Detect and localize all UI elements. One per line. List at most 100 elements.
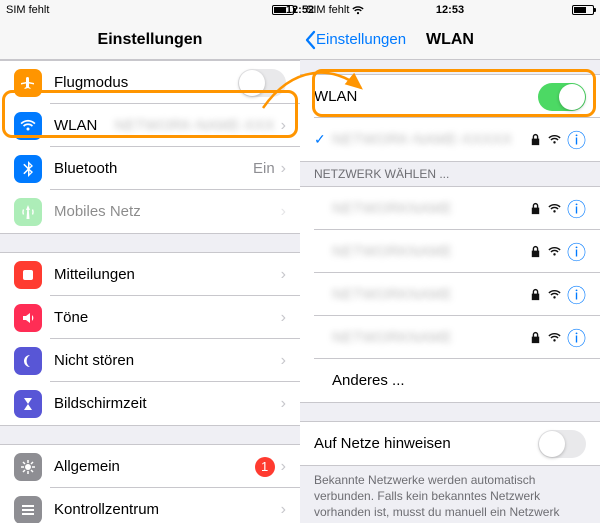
gear-icon — [14, 453, 42, 481]
row-label: Töne — [54, 309, 281, 326]
row-ask-networks[interactable]: Auf Netze hinweisen — [300, 422, 600, 465]
row-label: Bluetooth — [54, 160, 253, 177]
bluetooth-detail: Ein — [253, 160, 275, 177]
back-label: Einstellungen — [316, 31, 406, 48]
row-gear[interactable]: Allgemein1 › — [0, 445, 300, 488]
info-button[interactable]: ⓘ — [567, 281, 586, 308]
airplane-icon — [14, 69, 42, 97]
row-label: Kontrollzentrum — [54, 501, 281, 518]
battery-icon — [272, 5, 294, 15]
connected-network-name: NETWORK-NAME-XXXXX — [332, 131, 529, 148]
row-sliders[interactable]: Kontrollzentrum› — [0, 488, 300, 523]
chevron-right-icon: › — [281, 160, 286, 178]
row-wlan[interactable]: WLAN NETWORK-NAME-XXX › — [0, 104, 300, 147]
row-label: Allgemein — [54, 458, 255, 475]
network-name: NETWORKNAME — [332, 243, 529, 260]
chevron-right-icon: › — [281, 309, 286, 327]
network-name: NETWORKNAME — [332, 200, 529, 217]
status-bar: SIM fehlt 12:53 — [300, 0, 600, 20]
row-label: Mobiles Netz — [54, 203, 281, 220]
wifi-icon — [548, 245, 561, 258]
chevron-left-icon — [304, 30, 316, 50]
wlan-label: WLAN — [314, 88, 538, 105]
chevron-right-icon: › — [281, 266, 286, 284]
carrier-text: SIM fehlt — [6, 4, 49, 16]
moon-icon — [14, 347, 42, 375]
network-name: NETWORKNAME — [332, 286, 529, 303]
chevron-right-icon: › — [281, 501, 286, 519]
chevron-right-icon: › — [281, 203, 286, 221]
row-connected-network[interactable]: ✓ NETWORK-NAME-XXXXX ⓘ — [300, 118, 600, 161]
info-button[interactable]: ⓘ — [567, 324, 586, 351]
row-network[interactable]: NETWORKNAME ⓘ — [300, 230, 600, 273]
row-network[interactable]: NETWORKNAME ⓘ — [300, 273, 600, 316]
ask-label: Auf Netze hinweisen — [314, 435, 538, 452]
row-label: Mitteilungen — [54, 266, 281, 283]
wifi-icon — [548, 202, 561, 215]
nav-bar: Einstellungen — [0, 20, 300, 60]
row-moon[interactable]: Nicht stören› — [0, 339, 300, 382]
settings-list[interactable]: Flugmodus WLAN NETWORK-NAME-XXX › Blueto… — [0, 60, 300, 523]
row-label: Bildschirmzeit — [54, 395, 281, 412]
badge: 1 — [255, 457, 275, 477]
antenna-icon — [14, 198, 42, 226]
row-airplane[interactable]: Flugmodus — [0, 61, 300, 104]
row-wlan-toggle[interactable]: WLAN — [300, 75, 600, 118]
chevron-right-icon: › — [281, 395, 286, 413]
row-other-network[interactable]: Anderes ... — [300, 359, 600, 402]
row-sound[interactable]: Töne› — [0, 296, 300, 339]
lock-icon — [529, 288, 542, 301]
nav-bar: Einstellungen WLAN — [300, 20, 600, 60]
other-label: Anderes ... — [332, 372, 586, 389]
section-general: Allgemein1›Kontrollzentrum›AAAnzeige & H… — [0, 444, 300, 523]
section-header-choose: NETZWERK WÄHLEN ... — [300, 162, 600, 186]
wlan-list[interactable]: WLAN ✓ NETWORK-NAME-XXXXX ⓘ NETZWERK WÄH… — [300, 60, 600, 523]
notif-icon — [14, 261, 42, 289]
row-label: Flugmodus — [54, 74, 238, 91]
wlan-toggle[interactable] — [538, 83, 586, 111]
chevron-right-icon: › — [281, 117, 286, 135]
settings-screen: SIM fehlt 12:52 Einstellungen Flugmodus … — [0, 0, 300, 523]
wifi-icon — [548, 331, 561, 344]
chevron-right-icon: › — [281, 458, 286, 476]
wifi-icon — [548, 288, 561, 301]
row-network[interactable]: NETWORKNAME ⓘ — [300, 316, 600, 359]
wifi-icon — [548, 133, 561, 146]
row-bluetooth[interactable]: Bluetooth Ein › — [0, 147, 300, 190]
status-time: 12:53 — [436, 4, 464, 16]
ask-toggle[interactable] — [538, 430, 586, 458]
network-name: NETWORKNAME — [332, 329, 529, 346]
row-label: Nicht stören — [54, 352, 281, 369]
airplane-toggle[interactable] — [238, 69, 286, 97]
chevron-right-icon: › — [281, 352, 286, 370]
hourglass-icon — [14, 390, 42, 418]
wlan-detail-blurred: NETWORK-NAME-XXX — [115, 117, 275, 134]
sound-icon — [14, 304, 42, 332]
wifi-icon — [352, 6, 364, 15]
row-network[interactable]: NETWORKNAME ⓘ — [300, 187, 600, 230]
info-button[interactable]: ⓘ — [567, 126, 586, 153]
section-connectivity: Flugmodus WLAN NETWORK-NAME-XXX › Blueto… — [0, 60, 300, 234]
row-notif[interactable]: Mitteilungen› — [0, 253, 300, 296]
row-hourglass[interactable]: Bildschirmzeit› — [0, 382, 300, 425]
row-cellular[interactable]: Mobiles Netz › — [0, 190, 300, 233]
status-bar: SIM fehlt 12:52 — [0, 0, 300, 20]
wlan-screen: SIM fehlt 12:53 Einstellungen WLAN WLAN … — [300, 0, 600, 523]
lock-icon — [529, 245, 542, 258]
wifi-icon — [14, 112, 42, 140]
section-notifications: Mitteilungen›Töne›Nicht stören›Bildschir… — [0, 252, 300, 426]
row-label: WLAN — [54, 117, 115, 134]
lock-icon — [529, 331, 542, 344]
info-button[interactable]: ⓘ — [567, 195, 586, 222]
sliders-icon — [14, 496, 42, 523]
back-button[interactable]: Einstellungen — [300, 30, 406, 50]
page-title: Einstellungen — [0, 31, 300, 49]
available-networks: NETWORKNAMEⓘNETWORKNAMEⓘNETWORKNAMEⓘNETW… — [300, 186, 600, 403]
footer-text: Bekannte Netzwerke werden automatisch ve… — [300, 466, 600, 523]
lock-icon — [529, 133, 542, 146]
info-button[interactable]: ⓘ — [567, 238, 586, 265]
battery-icon — [572, 5, 594, 15]
checkmark-icon: ✓ — [314, 131, 332, 148]
lock-icon — [529, 202, 542, 215]
bluetooth-icon — [14, 155, 42, 183]
